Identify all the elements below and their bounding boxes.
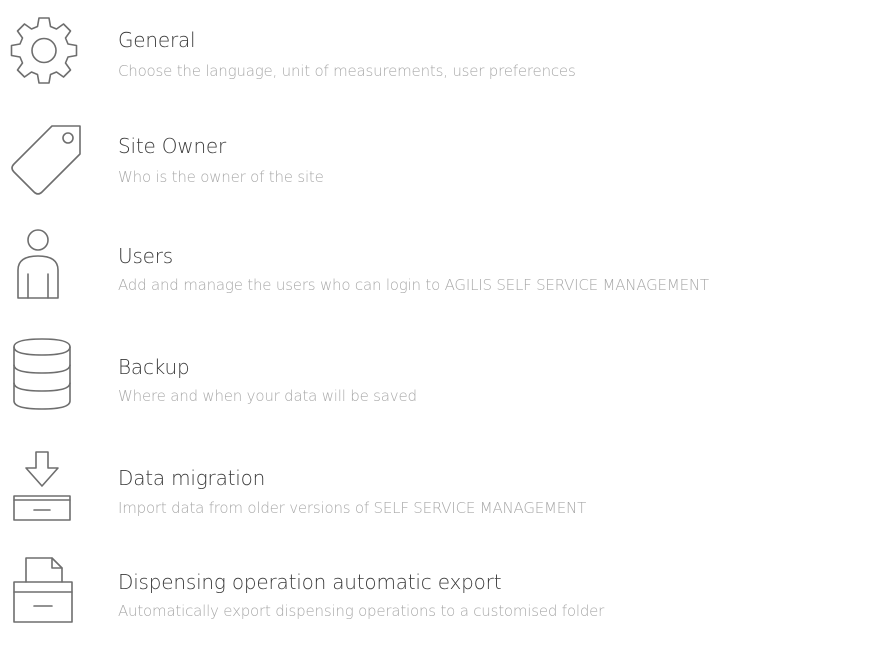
settings-item-title: Dispensing operation automatic export (118, 570, 502, 594)
settings-item-site-owner[interactable]: Site Owner Who is the owner of the site (0, 112, 882, 212)
settings-item-users[interactable]: Users Add and manage the users who can l… (0, 220, 882, 320)
database-icon (4, 333, 84, 413)
settings-item-backup[interactable]: Backup Where and when your data will be … (0, 333, 882, 433)
tag-icon (4, 120, 84, 200)
import-tray-icon (4, 446, 84, 526)
settings-item-title: General (118, 28, 196, 52)
settings-item-description: Automatically export dispensing operatio… (118, 602, 605, 620)
settings-item-data-migration[interactable]: Data migration Import data from older ve… (0, 446, 882, 546)
settings-item-title: Site Owner (118, 134, 227, 158)
settings-item-description: Import data from older versions of SELF … (118, 499, 587, 517)
settings-item-title: Users (118, 244, 174, 268)
settings-item-description: Add and manage the users who can login t… (118, 276, 709, 294)
settings-item-description: Choose the language, unit of measurement… (118, 62, 576, 80)
settings-item-automatic-export[interactable]: Dispensing operation automatic export Au… (0, 548, 882, 648)
user-icon (4, 224, 84, 304)
gear-icon (4, 8, 84, 88)
settings-list: General Choose the language, unit of mea… (0, 0, 882, 624)
settings-item-title: Backup (118, 355, 190, 379)
settings-item-description: Who is the owner of the site (118, 168, 324, 186)
settings-item-title: Data migration (118, 466, 266, 490)
settings-item-description: Where and when your data will be saved (118, 387, 417, 405)
export-tray-icon (4, 550, 84, 630)
settings-item-general[interactable]: General Choose the language, unit of mea… (0, 6, 882, 106)
